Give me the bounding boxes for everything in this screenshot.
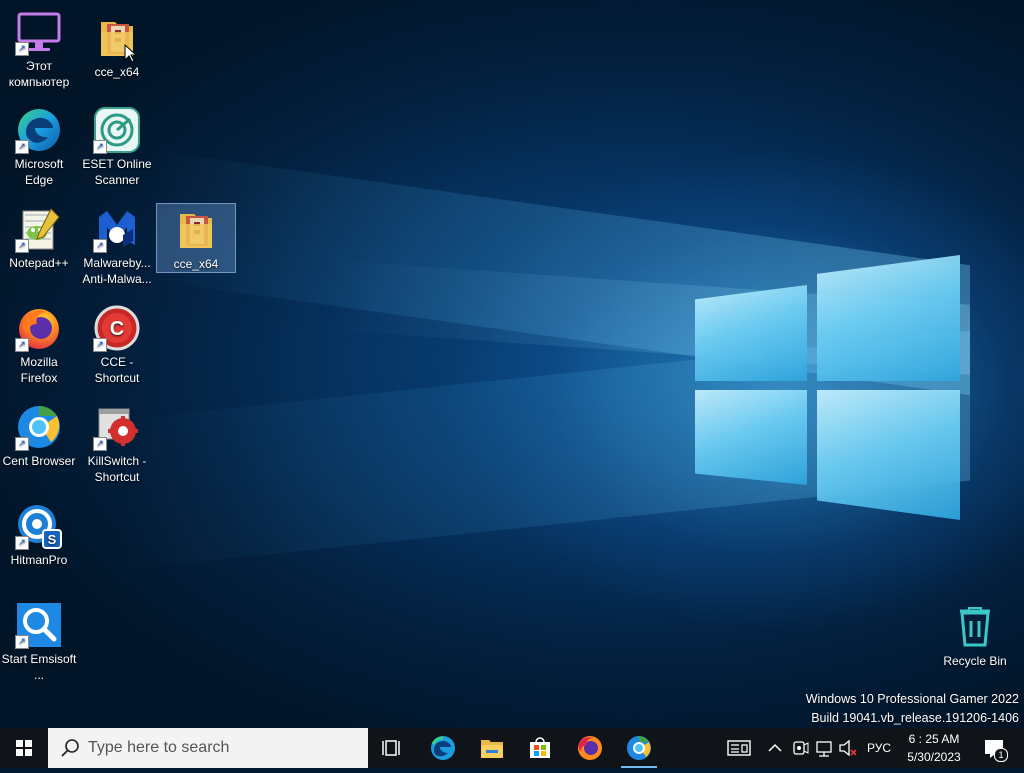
desktop-icon-label: Notepad++ <box>9 256 69 270</box>
desktop-icon-label: Cent Browser <box>2 454 76 468</box>
eset-icon: ↗ <box>93 106 141 154</box>
search-placeholder: Type here to search <box>88 739 230 756</box>
cent-browser-icon <box>627 736 651 760</box>
windows-build-watermark: Windows 10 Professional Gamer 2022 Build… <box>806 690 1019 728</box>
desktop-icon-cce-x64-folder-selected[interactable]: cce_x64 <box>156 203 236 273</box>
file-explorer-icon <box>481 740 503 758</box>
desktop-icon-cce-x64-folder[interactable]: cce_x64 <box>78 8 156 80</box>
tray-network[interactable] <box>813 728 835 768</box>
cent-browser-icon: ↗ <box>15 403 63 451</box>
taskbar-edge[interactable] <box>419 728 467 768</box>
taskbar-firefox[interactable] <box>566 728 614 768</box>
show-hidden-icons-button[interactable] <box>765 728 785 768</box>
tray-language[interactable]: РУС <box>862 728 896 768</box>
desktop-icon-hitmanpro[interactable]: S ↗ HitmanPro <box>0 496 78 568</box>
folder-archive-icon <box>172 206 220 254</box>
news-icon <box>727 740 751 756</box>
desktop-icon-label: Malwareby... Anti-Malwa... <box>82 256 152 286</box>
volume-muted-icon <box>839 739 857 757</box>
recycle-bin-icon <box>951 603 999 651</box>
desktop-icon-recycle-bin[interactable]: Recycle Bin <box>936 597 1014 669</box>
desktop-icon-label: CCE - Shortcut <box>94 355 140 385</box>
tray-volume[interactable] <box>837 728 859 768</box>
search-box[interactable]: Type here to search <box>48 728 368 768</box>
killswitch-icon: ↗ <box>93 403 141 451</box>
windows-logo-icon <box>16 740 32 756</box>
desktop-icon-label: cce_x64 <box>94 65 140 79</box>
search-icon <box>60 738 80 763</box>
taskbar-microsoft-store[interactable] <box>516 728 564 768</box>
news-and-interests-button[interactable] <box>725 728 755 768</box>
windows-logo-wallpaper <box>695 255 965 525</box>
desktop-icon-notepadpp[interactable]: ↗ Notepad++ <box>0 199 78 271</box>
desktop-icon-firefox[interactable]: ↗ Mozilla Firefox <box>0 298 78 386</box>
clock-date: 5/30/2023 <box>907 750 961 764</box>
chevron-up-icon <box>768 743 782 752</box>
desktop-icon-killswitch[interactable]: ↗ KillSwitch - Shortcut <box>78 397 156 485</box>
desktop-icon-label: HitmanPro <box>10 553 68 567</box>
desktop-icon-emsisoft[interactable]: ↗ Start Emsisoft ... <box>0 595 78 683</box>
this-pc-icon: ↗ <box>15 8 63 56</box>
task-view-icon <box>382 740 400 756</box>
task-view-button[interactable] <box>368 728 416 768</box>
tray-clock[interactable]: 6 : 25 AM 5/30/2023 <box>898 730 970 766</box>
desktop-icon-label: cce_x64 <box>173 257 219 271</box>
webcam-icon <box>793 741 809 755</box>
action-center-button[interactable]: 1 <box>980 728 1010 768</box>
cce-icon: C ↗ <box>93 304 141 352</box>
taskbar: Type here to search РУС 6 : 25 AM 5/30/2… <box>0 728 1024 768</box>
desktop-icon-label: KillSwitch - Shortcut <box>87 454 147 484</box>
notification-icon <box>985 740 1003 758</box>
edge-icon <box>431 736 455 760</box>
desktop-icon-malwarebytes[interactable]: ↗ Malwareby... Anti-Malwa... <box>78 199 156 287</box>
start-button[interactable] <box>0 728 48 768</box>
clock-time: 6 : 25 AM <box>908 732 960 746</box>
firefox-icon <box>578 736 602 760</box>
firefox-icon: ↗ <box>15 304 63 352</box>
tray-meet-now[interactable] <box>790 728 810 768</box>
desktop-icon-label: Mozilla Firefox <box>20 355 58 385</box>
malwarebytes-icon: ↗ <box>93 205 141 253</box>
watermark-line-build: Build 19041.vb_release.191206-1406 <box>811 711 1019 725</box>
desktop-icon-cce-shortcut[interactable]: C ↗ CCE - Shortcut <box>78 298 156 386</box>
svg-text:C: C <box>110 318 124 340</box>
hitmanpro-icon: S ↗ <box>15 502 63 550</box>
desktop-icon-this-pc[interactable]: ↗ Этот компьютер <box>0 2 78 90</box>
desktop[interactable]: ↗ Этот компьютер ↗ Microsoft Edge ↗ Note… <box>0 0 1024 728</box>
svg-text:S: S <box>48 532 57 547</box>
taskbar-cent-browser[interactable] <box>615 728 663 768</box>
network-icon <box>816 741 832 757</box>
edge-icon: ↗ <box>15 106 63 154</box>
notification-badge: 1 <box>994 748 1008 762</box>
desktop-icon-label: Microsoft Edge <box>14 157 64 187</box>
desktop-icon-label: Start Emsisoft ... <box>1 652 77 682</box>
desktop-icon-microsoft-edge[interactable]: ↗ Microsoft Edge <box>0 100 78 188</box>
desktop-icon-label: Этот компьютер <box>8 59 70 89</box>
watermark-line-edition: Windows 10 Professional Gamer 2022 <box>805 692 1019 706</box>
desktop-icon-label: Recycle Bin <box>943 654 1007 668</box>
microsoft-store-icon <box>530 737 550 758</box>
notepadpp-icon: ↗ <box>15 205 63 253</box>
desktop-icon-cent-browser[interactable]: ↗ Cent Browser <box>0 397 78 469</box>
desktop-icon-label: ESET Online Scanner <box>82 157 152 187</box>
emsisoft-icon: ↗ <box>15 601 63 649</box>
desktop-icon-eset[interactable]: ↗ ESET Online Scanner <box>78 100 156 188</box>
taskbar-file-explorer[interactable] <box>468 728 516 768</box>
mouse-pointer-icon <box>124 43 138 68</box>
